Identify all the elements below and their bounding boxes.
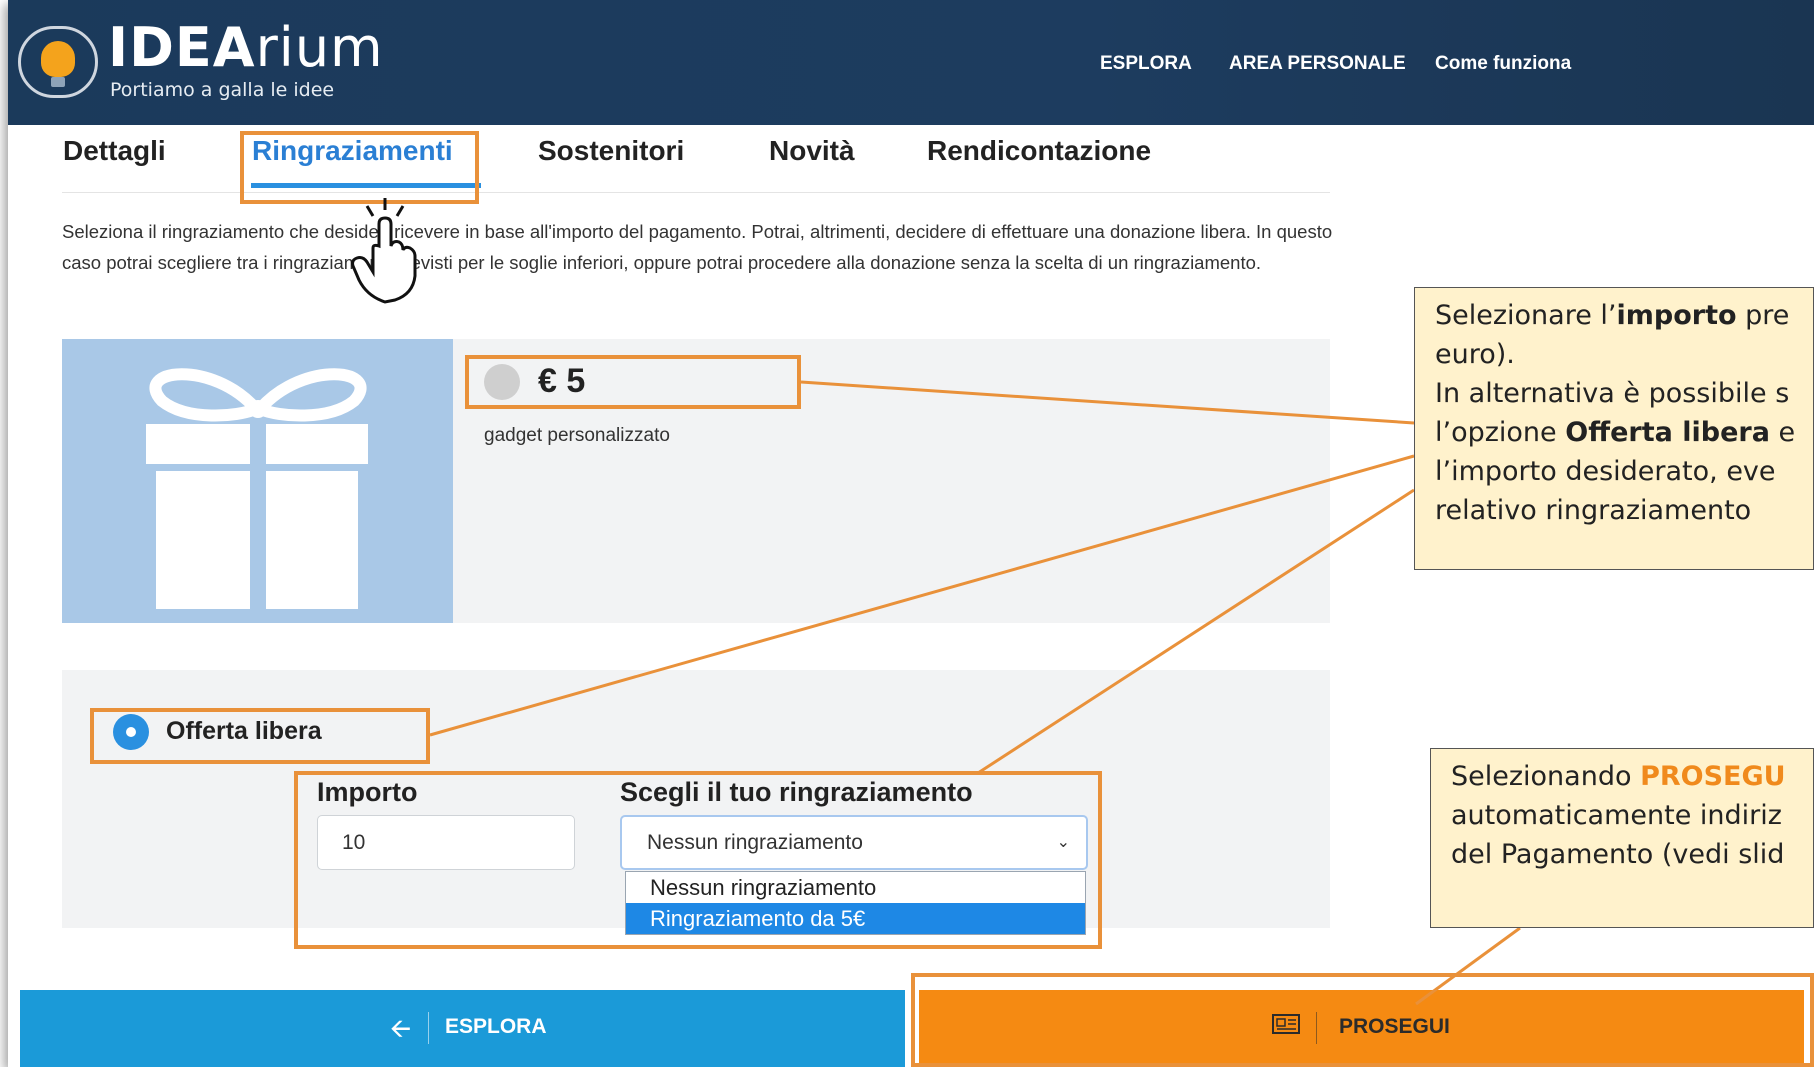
tab-novita[interactable]: Novità [769,135,855,167]
nav-area-personale[interactable]: AREA PERSONALE [1229,53,1406,75]
logo-tagline: Portiamo a galla le idee [110,79,335,101]
callout2-highlight: PROSEGU [1640,761,1786,792]
callout1-text: pre [1736,300,1790,331]
callout1-line: relativo ringraziamento [1435,495,1752,526]
arrow-left-icon: 🡨 [390,1014,412,1044]
callout1-text: l’opzione [1435,417,1566,448]
highlight-reward-amount [465,355,801,409]
callout1-text: Selezionare l’ [1435,300,1617,331]
tab-sostenitori[interactable]: Sostenitori [538,135,684,167]
lightbulb-icon [41,41,75,77]
gift-icon [62,339,453,623]
reward-description: gadget personalizzato [484,425,670,446]
logo-rest: rium [255,16,384,79]
lightbulb-base [51,77,65,87]
callout-importo: Selezionare l’importo pre euro). In alte… [1414,287,1814,570]
callout1-bold-offerta: Offerta libera [1565,417,1770,448]
hand-pointer-icon [351,198,417,304]
nav-come-funziona[interactable]: Come funziona [1435,53,1571,75]
top-navigation-bar: IDEArium Portiamo a galla le idee ESPLOR… [8,0,1814,125]
logo-bold: IDEA [108,16,256,79]
esplora-button[interactable]: 🡨 ESPLORA [20,990,905,1067]
highlight-prosegui [911,973,1814,1067]
logo-wordmark[interactable]: IDEArium [108,18,384,78]
logo-icon[interactable] [18,26,98,98]
callout2-line: automaticamente indiriz [1451,800,1782,831]
highlight-free-offer-fields [294,771,1102,949]
highlight-free-offer [90,708,430,764]
rewards-description: Seleziona il ringraziamento che desideri… [62,221,1333,273]
esplora-button-label: ESPLORA [445,1015,547,1038]
tab-dettagli[interactable]: Dettagli [63,135,166,167]
tab-rendicontazione[interactable]: Rendicontazione [927,135,1151,167]
highlight-tab-ringraziamenti [240,131,479,204]
callout1-line: In alternativa è possibile s [1435,378,1790,409]
callout1-line: l’importo desiderato, eve [1435,456,1776,487]
callout1-bold-importo: importo [1616,300,1737,331]
nav-esplora[interactable]: ESPLORA [1100,53,1192,75]
callout2-line: del Pagamento (vedi slid [1451,839,1785,870]
callout2-text: Selezionando [1451,761,1641,792]
button-separator [428,1012,429,1044]
gift-image [146,368,368,609]
callout1-line: euro). [1435,339,1515,370]
callout1-text: e [1769,417,1796,448]
callout-prosegui: Selezionando PROSEGU automaticamente ind… [1430,748,1814,928]
